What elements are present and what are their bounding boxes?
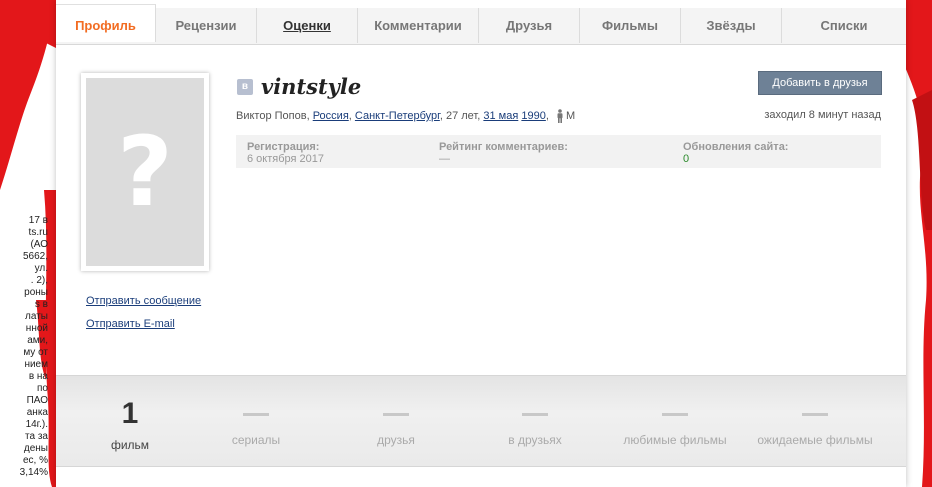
user-info-line: Виктор Попов, Россия, Санкт-Петербург, 2… [236, 109, 576, 123]
background-text-line: 14г.). [25, 419, 48, 430]
full-name: Виктор Попов [236, 109, 307, 122]
background-text-line: роны [24, 287, 48, 298]
background-text-line: ес, % [22, 455, 48, 466]
background-text-line: ПАО [26, 395, 48, 406]
comment-rating-stat: Рейтинг комментариев: — [439, 141, 568, 165]
avatar: ? [86, 78, 204, 266]
counter-series[interactable]: сериалы [196, 376, 316, 447]
counter-label: друзья [377, 433, 415, 447]
background-text-lines: 17 в ts.ru (АО 5662, ул.. 2), роны s в латы нной… [0, 215, 48, 479]
background-text-line: нной [25, 323, 48, 334]
counter-label: любимые фильмы [623, 433, 727, 447]
background-text-line: (АО [30, 239, 48, 250]
tab-lists[interactable]: Списки [782, 8, 906, 43]
counter-label: в друзьях [508, 433, 562, 447]
send-email-link[interactable]: Отправить E-mail [86, 318, 175, 330]
tab-profile[interactable]: Профиль [56, 4, 156, 42]
counter-label: ожидаемые фильмы [757, 433, 873, 447]
tab-films[interactable]: Фильмы [580, 8, 681, 43]
tab-stars[interactable]: Звёзды [681, 8, 782, 43]
profile-tabs: Профиль Рецензии Оценки Комментарии Друз… [56, 4, 906, 45]
background-text-line: 5662, [22, 251, 48, 262]
profile-stats-row: Регистрация: 6 октября 2017 Рейтинг комм… [236, 135, 881, 168]
background-text-line: 17 в [28, 215, 48, 226]
tab-comments[interactable]: Комментарии [358, 8, 479, 43]
counter-favorite-films[interactable]: любимые фильмы [615, 376, 735, 447]
counter-in-friends[interactable]: в друзьях [475, 376, 595, 447]
counter-expected-films[interactable]: ожидаемые фильмы [755, 376, 875, 447]
age: 27 лет [445, 109, 478, 122]
background-text-line: латы [25, 311, 48, 322]
country-link[interactable]: Россия [313, 110, 349, 122]
background-text-line: . 2), [30, 275, 48, 286]
registration-label: Регистрация: [247, 141, 320, 153]
registration-stat: Регистрация: 6 октября 2017 [247, 141, 324, 165]
empty-dash-icon [383, 413, 409, 416]
empty-dash-icon [802, 413, 828, 416]
background-text-line: ts.ru [28, 227, 48, 238]
empty-dash-icon [662, 413, 688, 416]
vk-icon: в [237, 79, 253, 95]
male-person-icon [557, 109, 563, 123]
avatar-placeholder-icon: ? [117, 116, 173, 228]
background-text-line: ами, [27, 335, 48, 346]
last-seen-status: заходил 8 минут назад [764, 109, 881, 121]
background-text-line: дены [23, 443, 48, 454]
counter-films[interactable]: 1 фильм [70, 376, 190, 452]
avatar-frame[interactable]: ? [81, 73, 209, 271]
gender: М [565, 109, 576, 122]
site-updates-stat: Обновления сайта: 0 [683, 141, 788, 165]
add-friend-button[interactable]: Добавить в друзья [758, 71, 882, 95]
comment-rating-value: — [439, 153, 450, 165]
empty-dash-icon [243, 413, 269, 416]
site-updates-value: 0 [683, 153, 690, 165]
counter-label: фильм [110, 438, 150, 452]
background-text-line: в на [28, 371, 48, 382]
background-text-line: ул. [34, 263, 48, 274]
background-text-line: анка [26, 407, 48, 418]
background-text-line: му от [23, 347, 48, 358]
site-updates-label: Обновления сайта: [683, 141, 789, 153]
background-text-line: по [37, 383, 48, 394]
tab-friends[interactable]: Друзья [479, 8, 580, 43]
counter-value: 1 [121, 397, 139, 430]
registration-value: 6 октября 2017 [247, 153, 324, 165]
background-text-line: s в [34, 299, 48, 310]
background-text-line: та за [25, 431, 48, 442]
activity-counters: 1 фильм сериалы друзья в друзьях любимые… [56, 375, 906, 467]
send-message-link[interactable]: Отправить сообщение [86, 295, 201, 307]
profile-card: Профиль Рецензии Оценки Комментарии Друз… [56, 0, 906, 487]
background-text-line: нием [24, 359, 48, 370]
tab-reviews[interactable]: Рецензии [156, 8, 257, 43]
background-text-line: 3,14% [19, 467, 48, 478]
city-link[interactable]: Санкт-Петербург [355, 110, 440, 122]
birth-day-link[interactable]: 31 мая [483, 110, 518, 122]
birth-year-link[interactable]: 1990 [521, 110, 545, 122]
counter-friends[interactable]: друзья [336, 376, 456, 447]
comment-rating-label: Рейтинг комментариев: [439, 141, 568, 153]
empty-dash-icon [522, 413, 548, 416]
background-article-text: 17 в ts.ru (АО 5662, ул.. 2), роны s в латы нной… [0, 215, 48, 487]
tab-ratings[interactable]: Оценки [257, 8, 358, 43]
username: vintstyle [261, 74, 362, 99]
counter-label: сериалы [231, 433, 281, 447]
